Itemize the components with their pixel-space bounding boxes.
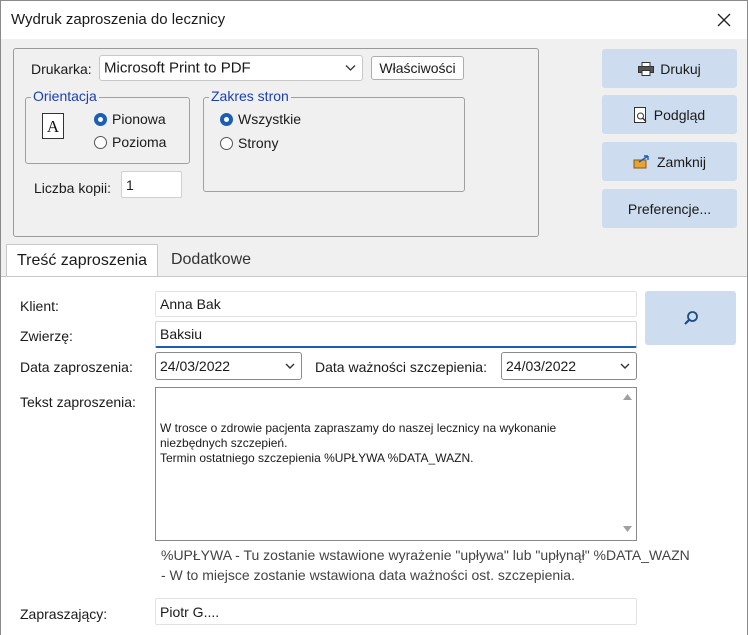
close-button[interactable]: Zamknij xyxy=(602,142,737,181)
text-scrollbar[interactable] xyxy=(619,388,636,540)
scroll-up-icon[interactable] xyxy=(623,394,632,400)
radio-unselected-icon xyxy=(220,136,233,150)
radio-selected-icon xyxy=(220,112,233,126)
chevron-down-icon xyxy=(620,363,630,369)
client-value: Anna Bak xyxy=(160,296,221,312)
client-label: Klient: xyxy=(20,298,59,314)
printer-icon xyxy=(638,61,655,76)
scroll-down-icon[interactable] xyxy=(623,526,632,532)
exit-door-icon xyxy=(633,154,649,168)
invite-date-picker[interactable]: 24/03/2022 xyxy=(155,352,302,380)
chevron-down-icon xyxy=(345,65,356,71)
orientation-portrait-radio[interactable]: Pionowa xyxy=(94,111,166,127)
placeholder-hint-line-1: %UPŁYWA - Tu zostanie wstawione wyrażeni… xyxy=(161,547,690,563)
client-field[interactable]: Anna Bak xyxy=(155,291,637,317)
close-icon[interactable] xyxy=(701,1,747,39)
pet-value: Baksiu xyxy=(160,326,203,342)
copies-label: Liczba kopii: xyxy=(34,180,112,196)
vaccination-date-value: 24/03/2022 xyxy=(506,358,577,374)
radio-unselected-icon xyxy=(94,135,107,149)
inviter-label: Zapraszający: xyxy=(20,606,108,622)
properties-button[interactable]: Właściwości xyxy=(371,56,464,80)
printer-select[interactable]: Microsoft Print to PDF xyxy=(99,55,363,81)
preferences-button[interactable]: Preferencje... xyxy=(602,189,737,228)
preview-button-label: Podgląd xyxy=(653,106,706,123)
print-settings-panel: Drukarka: Microsoft Print to PDF Właściw… xyxy=(13,48,539,237)
tab-invitation-content[interactable]: Treść zaproszenia xyxy=(6,244,158,277)
vaccination-date-picker[interactable]: 24/03/2022 xyxy=(501,352,637,380)
window-title: Wydruk zaproszenia do lecznicy xyxy=(11,11,226,28)
radio-selected-icon xyxy=(94,112,107,126)
copies-input[interactable]: 1 xyxy=(121,171,182,198)
range-all-label: Wszystkie xyxy=(238,111,301,127)
print-button[interactable]: Drukuj xyxy=(602,49,737,88)
range-pages-label: Strony xyxy=(238,135,279,151)
orientation-legend: Orientacja xyxy=(31,88,99,104)
inviter-value: Piotr G.... xyxy=(160,603,220,620)
page-range-group: Zakres stron Wszystkie Strony xyxy=(203,88,465,192)
tab-additional[interactable]: Dodatkowe xyxy=(159,244,263,276)
preview-icon xyxy=(633,106,647,123)
pet-label: Zwierzę: xyxy=(20,328,73,344)
close-button-label: Zamknij xyxy=(656,153,706,170)
vaccination-date-label: Data ważności szczepienia: xyxy=(315,359,487,375)
printer-label: Drukarka: xyxy=(31,61,92,77)
portrait-page-icon: A xyxy=(42,113,64,139)
invite-date-value: 24/03/2022 xyxy=(160,358,231,374)
invite-date-label: Data zaproszenia: xyxy=(20,359,133,375)
printer-value: Microsoft Print to PDF xyxy=(104,59,251,77)
svg-text:A: A xyxy=(47,117,60,136)
chevron-down-icon xyxy=(285,363,295,369)
orientation-group: Orientacja A Pionowa Pozioma xyxy=(25,88,190,164)
invitation-tab-content: Klient: Anna Bak Zwierzę: Baksiu Data za… xyxy=(1,276,747,635)
search-icon xyxy=(683,311,698,325)
copies-value: 1 xyxy=(126,176,134,193)
pet-field[interactable]: Baksiu xyxy=(155,321,637,348)
range-all-radio[interactable]: Wszystkie xyxy=(220,111,301,127)
preferences-button-label: Preferencje... xyxy=(627,200,712,217)
inviter-field[interactable]: Piotr G.... xyxy=(155,598,637,625)
range-pages-radio[interactable]: Strony xyxy=(220,135,278,151)
placeholder-hint-line-2: - W to miejsce zostanie wstawiona data w… xyxy=(161,567,575,583)
orientation-landscape-label: Pozioma xyxy=(112,134,167,150)
preview-button[interactable]: Podgląd xyxy=(602,95,737,134)
invitation-text-label: Tekst zaproszenia: xyxy=(20,394,136,410)
page-range-legend: Zakres stron xyxy=(209,88,291,104)
title-bar: Wydruk zaproszenia do lecznicy xyxy=(1,1,747,39)
invitation-text-value: W trosce o zdrowie pacjenta zapraszamy d… xyxy=(160,421,557,465)
orientation-portrait-label: Pionowa xyxy=(112,111,166,127)
invitation-text-area[interactable]: W trosce o zdrowie pacjenta zapraszamy d… xyxy=(155,387,637,541)
print-button-label: Drukuj xyxy=(660,60,701,77)
print-dialog: Wydruk zaproszenia do lecznicy Drukarka:… xyxy=(0,0,748,635)
search-client-button[interactable] xyxy=(645,291,736,345)
orientation-landscape-radio[interactable]: Pozioma xyxy=(94,134,166,150)
